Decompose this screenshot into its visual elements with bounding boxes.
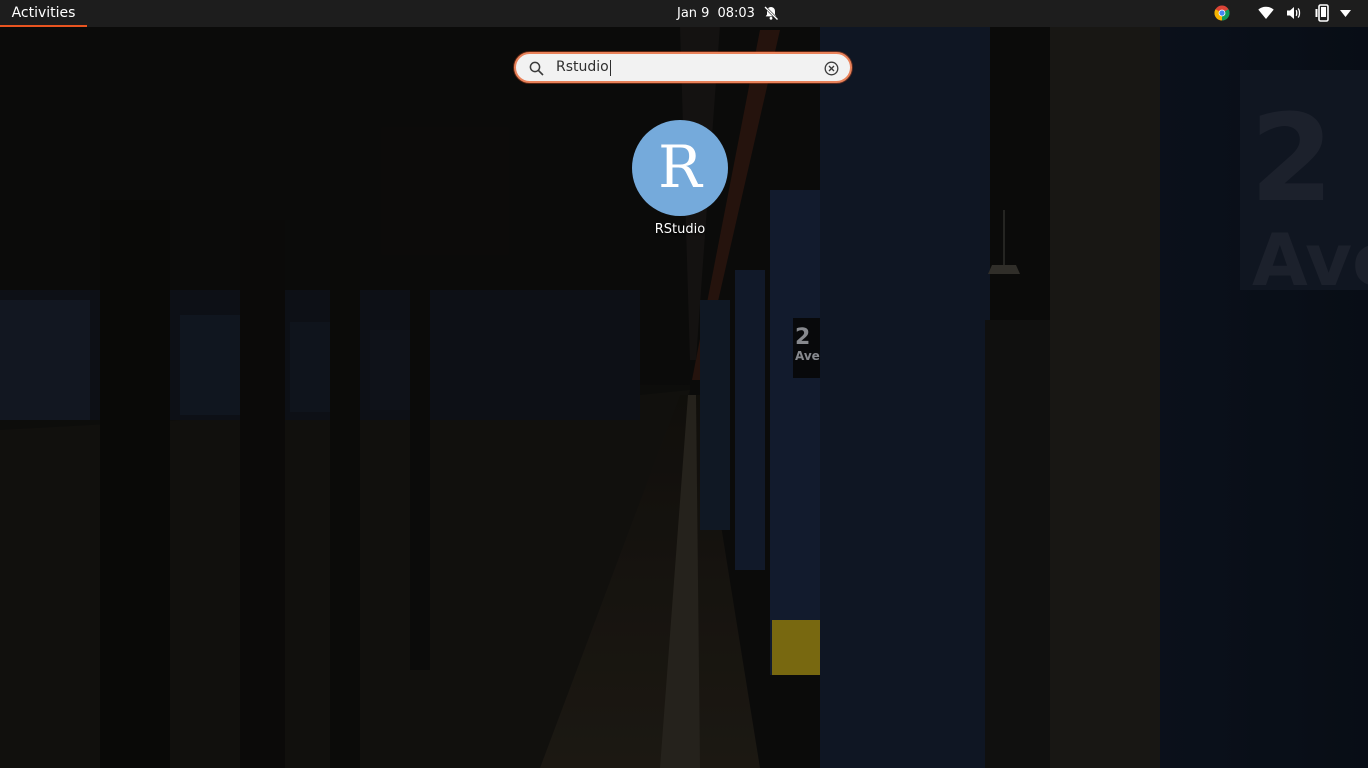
clear-icon[interactable] (824, 61, 839, 76)
system-menu-arrow-icon[interactable] (1340, 10, 1351, 17)
top-bar: Activities Jan 9 08:03 (0, 0, 1368, 27)
notifications-disabled-icon (764, 6, 779, 21)
clock-time: 08:03 (717, 6, 755, 21)
volume-icon[interactable] (1286, 5, 1302, 21)
search-input[interactable] (556, 54, 806, 81)
search-result-rstudio[interactable]: R RStudio (625, 115, 735, 245)
chrome-icon[interactable] (1214, 5, 1230, 21)
wifi-icon[interactable] (1258, 6, 1274, 20)
screen-rotation-icon[interactable] (1315, 4, 1331, 22)
text-cursor (609, 60, 611, 76)
search-box[interactable] (514, 52, 852, 83)
activities-button[interactable]: Activities (0, 0, 87, 27)
app-label: RStudio (654, 222, 706, 237)
rstudio-icon-letter: R (658, 133, 702, 201)
search-icon (529, 61, 544, 76)
rstudio-app-icon[interactable]: R (632, 120, 728, 216)
clock-date: Jan 9 (677, 6, 710, 21)
clock-button[interactable]: Jan 9 08:03 (677, 0, 755, 27)
